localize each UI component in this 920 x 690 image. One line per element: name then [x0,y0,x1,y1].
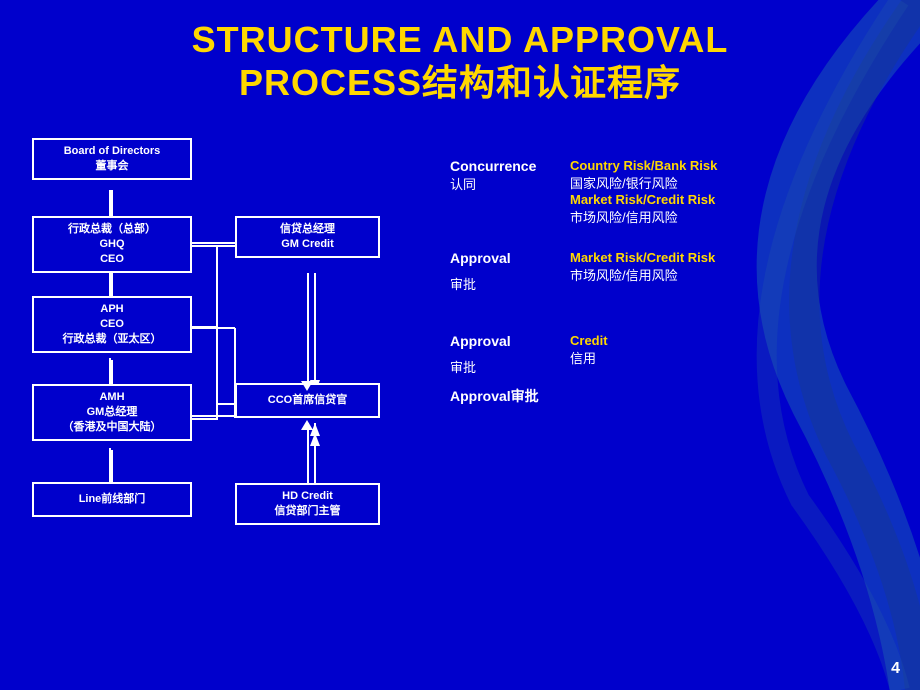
page-number: 4 [891,660,900,678]
conn-board-ghq [111,190,113,216]
box-hd-credit: HD Credit信贷部门主管 [235,483,380,525]
conn-gm-to-cco [307,273,309,383]
label-approval1: Approval 审批 [450,250,570,293]
arc-decoration [620,0,920,690]
conn-aph-amh [111,360,113,384]
box-ghq: 行政总裁（总部）GHQCEO [32,216,192,273]
title-line2: PROCESS结构和认证程序 [239,62,681,103]
box-line: Line前线部门 [32,482,192,517]
conn-hd-to-cco [307,423,309,483]
conn-ghq-gm [192,245,235,247]
arrow-down-cco [301,381,313,391]
box-aph: APHCEO行政总裁（亚太区） [32,296,192,353]
label-approval3: Approval审批 [450,386,570,406]
arrow-up-cco [301,420,313,430]
conn-amh-right [192,418,217,420]
box-gm-credit: 信贷总经理GM Credit [235,216,380,258]
conn-to-cco [216,403,235,405]
label-concurrence: Concurrence 认同 [450,158,570,193]
box-board: Board of Directors董事会 [32,138,192,180]
conn-ghq-aph [111,271,113,296]
org-chart: Board of Directors董事会 行政总裁（总部）GHQCEO 信贷总… [20,128,410,568]
conn-amh-line [111,450,113,482]
conn-spine-right2 [216,326,218,420]
conn-aph-right [192,326,217,328]
label-approval2: Approval 审批 [450,333,570,376]
box-amh: AMHGM总经理（香港及中国大陆） [32,384,192,441]
